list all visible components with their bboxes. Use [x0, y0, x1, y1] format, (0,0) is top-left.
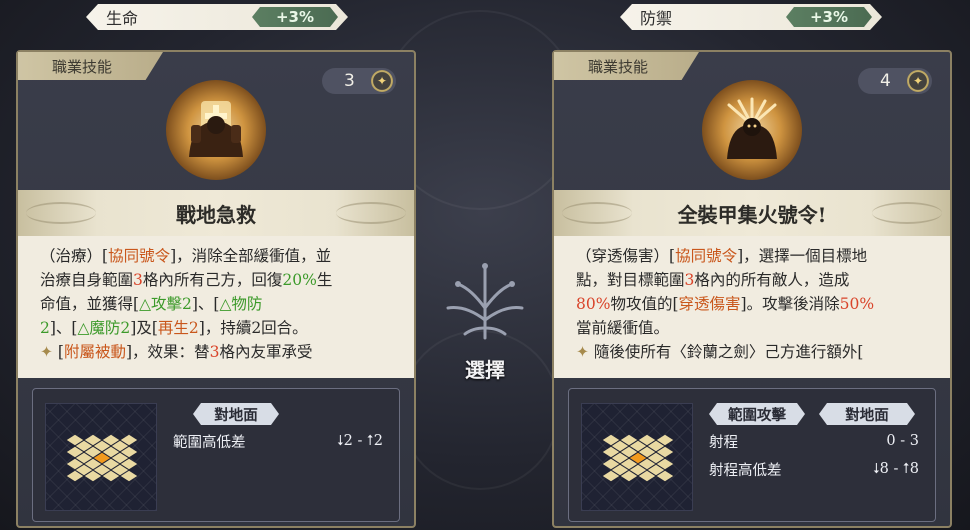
description-text: 生	[316, 271, 333, 289]
tag-ground: 對地面	[819, 403, 915, 425]
shield-knight-icon	[166, 80, 266, 180]
description-text: 物攻值的[	[610, 295, 679, 313]
cost-value: 3	[344, 71, 355, 91]
description-text: ]，效果：替	[126, 343, 210, 361]
stat-row-range: 射程 0 - 3	[709, 429, 919, 453]
skill-title: 全裝甲集火號令!	[677, 202, 827, 227]
stat-value: 0 - 3	[886, 433, 919, 449]
skill-title-banner: 全裝甲集火號令!	[554, 190, 950, 236]
description-text: △魔防2	[77, 319, 131, 337]
range-grid-map	[581, 403, 693, 511]
description-text: 隨後使所有〈鈴蘭之劍〉己方進行額外[	[593, 343, 864, 361]
description-text: 協同號令	[675, 247, 738, 265]
description-text: 協同號令	[108, 247, 171, 265]
description-text: 格內的所有敵人，造成	[694, 271, 850, 289]
right-stat-bonus: 防禦 +3%	[620, 4, 882, 30]
tag-area-attack: 範圍攻擊	[709, 403, 805, 425]
card-category-label: 職業技能	[18, 52, 163, 80]
description-line: ✦ 隨後使所有〈鈴蘭之劍〉己方進行額外[	[576, 340, 936, 364]
left-skill-card[interactable]: 職業技能 3 ✦ 戰地急救 （治療）[協同號令]，消除全部緩衝值，並 治療自身範圍…	[16, 50, 416, 528]
armored-commander-icon	[702, 80, 802, 180]
description-text: （治療）[	[40, 247, 109, 265]
card-category-label: 職業技能	[554, 52, 699, 80]
skill-description: （穿透傷害）[協同號令]，選擇一個目標地 點，對目標範圍3格內的所有敵人，造成 80…	[554, 236, 950, 378]
description-text: 80%	[576, 295, 611, 313]
description-text: 再生2	[157, 319, 199, 337]
select-button[interactable]: 選擇	[430, 258, 540, 388]
skill-title: 戰地急救	[176, 202, 256, 227]
stat-label: 範圍高低差	[173, 434, 246, 451]
description-text: 3	[133, 271, 143, 289]
stat-label: 射程高低差	[709, 462, 782, 479]
stat-value: +3%	[786, 7, 872, 27]
stat-row-height-diff: 範圍高低差 ⭣2 - ⭡2	[173, 429, 383, 453]
star-icon: ✦	[371, 70, 393, 92]
description-line: 治療自身範圍3格內所有己方，回復20%生	[40, 268, 400, 292]
right-skill-card[interactable]: 職業技能 4 ✦ 全裝甲集火號令! （穿透傷害）[協同號令]，選擇一個目標地 點，…	[552, 50, 952, 528]
description-text: 當前緩衝值。	[576, 319, 670, 337]
range-info-panel: 對地面 範圍高低差 ⭣2 - ⭡2	[32, 388, 400, 522]
description-text: 穿透傷害	[678, 295, 741, 313]
tree-emblem-icon	[446, 263, 524, 340]
skill-cost: 4 ✦	[858, 68, 932, 94]
ornament-left	[562, 202, 632, 224]
description-text: 附屬被動	[63, 343, 126, 361]
description-line: ✦ [附屬被動]，效果：替3格內友軍承受	[40, 340, 400, 364]
stat-name: 防禦	[640, 9, 673, 28]
stat-value: +3%	[252, 7, 338, 27]
skill-description: （治療）[協同號令]，消除全部緩衝值，並 治療自身範圍3格內所有己方，回復20%生…	[18, 236, 414, 378]
stat-value: ⭣2 - ⭡2	[336, 433, 383, 449]
stat-name: 生命	[106, 9, 139, 28]
diamond-bullet-icon: ✦	[40, 343, 58, 361]
description-text: △物防	[219, 295, 263, 313]
description-text: △攻擊2	[139, 295, 192, 313]
star-icon: ✦	[907, 70, 929, 92]
stat-row-height-diff: 射程高低差 ⭣8 - ⭡8	[709, 457, 919, 481]
description-text: ]、[	[191, 295, 220, 313]
description-line: （穿透傷害）[協同號令]，選擇一個目標地	[576, 244, 936, 268]
description-text: 命值，並獲得[	[40, 295, 140, 313]
stat-value: ⭣8 - ⭡8	[872, 461, 919, 477]
range-grid-map	[45, 403, 157, 511]
description-text: ]，持續2回合。	[198, 319, 308, 337]
description-line: 2]、[△魔防2]及[再生2]，持續2回合。	[40, 316, 400, 340]
ornament-right	[336, 202, 406, 224]
description-text: 3	[684, 271, 695, 289]
description-text: 點，對目標範圍	[576, 271, 685, 289]
diamond-bullet-icon: ✦	[576, 343, 594, 361]
description-line: 80%物攻值的[穿透傷害]。攻擊後消除50%	[576, 292, 936, 316]
description-line: 點，對目標範圍3格內的所有敵人，造成	[576, 268, 936, 292]
select-label: 選擇	[465, 358, 505, 382]
ornament-right	[872, 202, 942, 224]
cost-value: 4	[880, 71, 891, 91]
stat-label: 射程	[709, 434, 738, 451]
description-text: （穿透傷害）[	[576, 247, 676, 265]
skill-cost: 3 ✦	[322, 68, 396, 94]
description-text: 格內友軍承受	[219, 343, 313, 361]
ornament-left	[26, 202, 96, 224]
description-text: 3	[209, 343, 220, 361]
description-text: 治療自身範圍	[40, 271, 134, 289]
description-line: 當前緩衝值。	[576, 316, 936, 340]
left-stat-bonus: 生命 +3%	[86, 4, 348, 30]
description-line: 命值，並獲得[△攻擊2]、[△物防	[40, 292, 400, 316]
description-text: ]，選擇一個目標地	[737, 247, 868, 265]
description-text: ]，消除全部緩衝值，並	[170, 247, 332, 265]
description-line: （治療）[協同號令]，消除全部緩衝值，並	[40, 244, 400, 268]
description-text: 50%	[839, 295, 875, 313]
description-text: 20%	[282, 271, 317, 289]
description-text: ]及[	[130, 319, 158, 337]
description-text: 2	[40, 319, 50, 337]
tag-ground: 對地面	[193, 403, 279, 425]
description-text: ]、[	[49, 319, 78, 337]
description-text: ]。攻擊後消除	[740, 295, 840, 313]
range-info-panel: 範圍攻擊 對地面 射程 0 - 3 射程高低差 ⭣8 - ⭡8	[568, 388, 936, 522]
skill-title-banner: 戰地急救	[18, 190, 414, 236]
description-text: 格內所有己方，回復	[142, 271, 283, 289]
